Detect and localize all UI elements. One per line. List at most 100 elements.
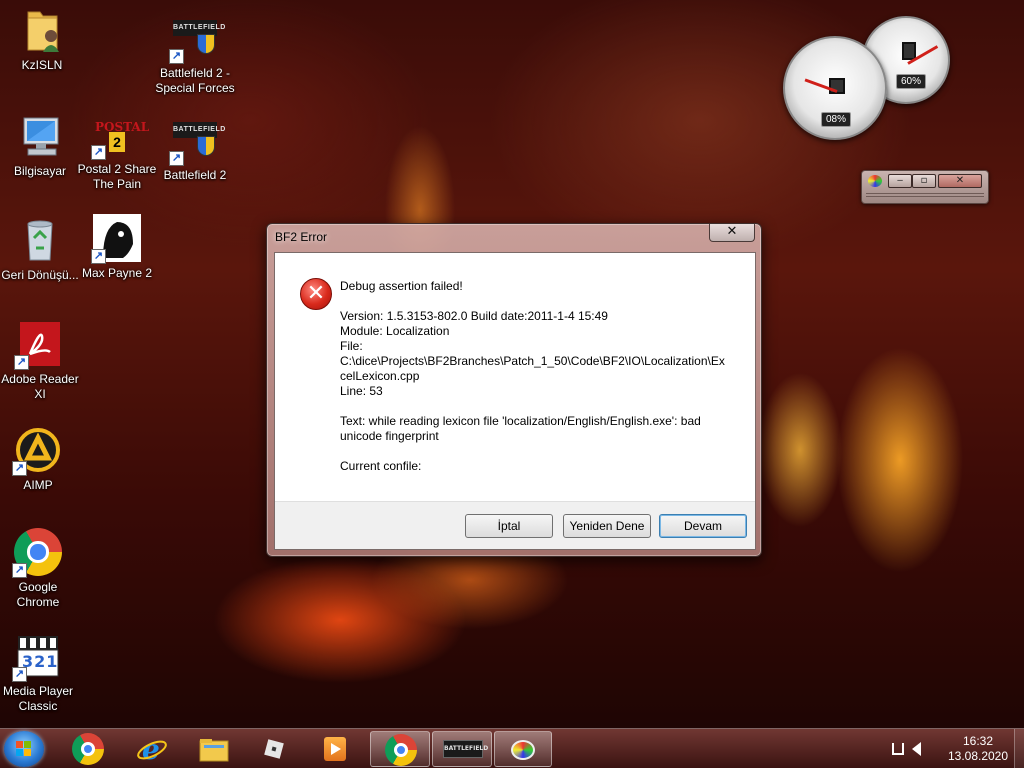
adobe-reader-icon: ↗ bbox=[14, 320, 64, 370]
module-line: Module: Localization bbox=[340, 324, 450, 338]
shortcut-arrow-icon: ↗ bbox=[169, 49, 184, 64]
taskbar-chrome[interactable] bbox=[60, 731, 116, 767]
taskbar-roblox[interactable] bbox=[246, 731, 302, 767]
version-line: Version: 1.5.3153-802.0 Build date:2011-… bbox=[340, 309, 608, 323]
postal-number: 2 bbox=[109, 132, 125, 152]
battlefield-logo-text: BATTLEFIELD bbox=[444, 745, 489, 752]
roblox-icon bbox=[258, 733, 290, 765]
folder-icon bbox=[18, 6, 66, 54]
cpu-readout: 08% bbox=[821, 112, 852, 127]
system-tray: 16:32 13.08.2020 bbox=[874, 729, 1024, 768]
show-desktop-button[interactable] bbox=[1014, 729, 1024, 768]
desktop-icon-label: Adobe Reader XI bbox=[1, 372, 79, 401]
clock-time: 16:32 bbox=[962, 734, 994, 748]
start-button[interactable] bbox=[4, 731, 44, 767]
clock-date: 13.08.2020 bbox=[947, 749, 1009, 763]
dialog-content: ✕ Debug assertion failed! Version: 1.5.3… bbox=[274, 252, 756, 550]
taskbar-file-explorer[interactable] bbox=[186, 731, 242, 767]
desktop-icon-label: Google Chrome bbox=[16, 580, 60, 609]
chrome-icon bbox=[72, 733, 104, 765]
minimize-button[interactable]: ‒ bbox=[888, 174, 912, 188]
current-confile: Current confile: bbox=[340, 459, 422, 473]
desktop-icon-label: AIMP bbox=[23, 478, 53, 492]
taskbar-battlefield-window[interactable]: BATTLEFIELD bbox=[432, 731, 492, 767]
postal-icon: POSTAL 2 ↗ bbox=[91, 110, 149, 160]
error-icon: ✕ bbox=[300, 278, 332, 310]
max-payne-icon: ↗ bbox=[91, 214, 141, 264]
shortcut-arrow-icon: ↗ bbox=[12, 461, 27, 476]
button-bar: İptal Yeniden Dene Devam bbox=[275, 501, 755, 549]
error-dialog: BF2 Error ✕ ✕ Debug assertion failed! Ve… bbox=[266, 223, 762, 557]
chrome-icon: ↗ bbox=[12, 528, 62, 578]
desktop-icon-kzisln[interactable]: KzISLN bbox=[0, 6, 84, 73]
paint-icon bbox=[507, 734, 539, 766]
taskbar-media-player[interactable] bbox=[306, 731, 362, 767]
cpu-meter-gadget[interactable]: 08% bbox=[783, 36, 887, 140]
desktop-icon-adobe-reader[interactable]: ↗ Adobe Reader XI bbox=[0, 320, 82, 402]
cancel-button[interactable]: İptal bbox=[465, 514, 553, 538]
internet-explorer-icon: e bbox=[136, 733, 168, 766]
file-path-cont: celLexicon.cpp bbox=[340, 369, 420, 383]
aimp-icon: ↗ bbox=[12, 426, 62, 476]
dialog-title: BF2 Error bbox=[275, 230, 328, 244]
text-line-1: Text: while reading lexicon file 'locali… bbox=[340, 414, 701, 428]
uac-shield-icon bbox=[197, 34, 215, 54]
desktop-icon-label: Bilgisayar bbox=[13, 164, 67, 178]
continue-button[interactable]: Devam bbox=[659, 514, 747, 538]
widget-divider bbox=[866, 193, 984, 197]
network-icon[interactable] bbox=[892, 743, 904, 755]
media-player-icon: 321 ↗ bbox=[12, 632, 62, 682]
desktop-icon-label: Battlefield 2 - Special Forces bbox=[155, 66, 235, 95]
file-explorer-icon bbox=[198, 733, 230, 765]
desktop-icon-bilgisayar[interactable]: Bilgisayar bbox=[0, 112, 82, 179]
desktop-icon-recycle-bin[interactable]: Geri Dönüşü... bbox=[0, 216, 82, 283]
desktop-icon-label: Geri Dönüşü... bbox=[1, 268, 79, 282]
desktop-icon-max-payne-2[interactable]: ↗ Max Payne 2 bbox=[75, 214, 159, 281]
desktop-icon-media-player-classic[interactable]: 321 ↗ Media Player Classic bbox=[0, 632, 80, 714]
file-label: File: bbox=[340, 339, 363, 353]
svg-text:e: e bbox=[142, 733, 160, 765]
shortcut-arrow-icon: ↗ bbox=[91, 249, 106, 264]
paint-icon bbox=[868, 175, 882, 187]
desktop-icon-label: Media Player Classic bbox=[2, 684, 74, 713]
battlefield-icon: BATTLEFIELD ↗ bbox=[169, 14, 225, 64]
processor-icon bbox=[829, 78, 845, 94]
error-heading: Debug assertion failed! bbox=[340, 279, 463, 293]
shortcut-arrow-icon: ↗ bbox=[14, 355, 29, 370]
battlefield-icon: BATTLEFIELD ↗ bbox=[169, 116, 225, 166]
error-message: Debug assertion failed! Version: 1.5.315… bbox=[340, 279, 730, 474]
computer-icon bbox=[16, 112, 64, 160]
retry-button[interactable]: Yeniden Dene bbox=[563, 514, 651, 538]
recycle-bin-icon bbox=[16, 216, 64, 264]
desktop-icon-postal-2[interactable]: POSTAL 2 ↗ Postal 2 Share The Pain bbox=[75, 110, 159, 192]
desktop-icon-label: Max Payne 2 bbox=[81, 266, 153, 280]
paint-gadget-window[interactable]: ‒ ▫ ✕ bbox=[861, 170, 989, 204]
shortcut-arrow-icon: ↗ bbox=[169, 151, 184, 166]
desktop-icon-google-chrome[interactable]: ↗ Google Chrome bbox=[0, 528, 80, 610]
close-button[interactable]: ✕ bbox=[709, 224, 755, 242]
chrome-icon bbox=[385, 734, 417, 766]
desktop-icon-battlefield-2-special-forces[interactable]: BATTLEFIELD ↗ Battlefield 2 - Special Fo… bbox=[153, 14, 237, 96]
desktop-icon-battlefield-2[interactable]: BATTLEFIELD ↗ Battlefield 2 bbox=[153, 116, 237, 183]
desktop-icon-label: Battlefield 2 bbox=[163, 168, 227, 182]
text-line-2: unicode fingerprint bbox=[340, 429, 439, 443]
desktop-icon-aimp[interactable]: ↗ AIMP bbox=[0, 426, 80, 493]
shortcut-arrow-icon: ↗ bbox=[91, 145, 106, 160]
taskbar-internet-explorer[interactable]: e bbox=[124, 731, 180, 767]
taskbar-chrome-window[interactable] bbox=[370, 731, 430, 767]
clock[interactable]: 16:32 13.08.2020 bbox=[946, 734, 1010, 764]
shortcut-arrow-icon: ↗ bbox=[12, 667, 27, 682]
line-number: Line: 53 bbox=[340, 384, 383, 398]
close-button[interactable]: ✕ bbox=[938, 174, 982, 188]
file-path: C:\dice\Projects\BF2Branches\Patch_1_50\… bbox=[340, 354, 725, 368]
battlefield-icon: BATTLEFIELD bbox=[443, 740, 489, 758]
maximize-button[interactable]: ▫ bbox=[912, 174, 936, 188]
windows-logo-icon bbox=[16, 741, 32, 757]
media-player-icon bbox=[318, 733, 350, 765]
ram-readout: 60% bbox=[896, 74, 927, 89]
uac-shield-icon bbox=[197, 136, 215, 156]
volume-icon[interactable] bbox=[912, 742, 921, 756]
mpc-digits: 321 bbox=[22, 652, 59, 671]
taskbar-paint-window[interactable] bbox=[494, 731, 552, 767]
desktop-icon-label: KzISLN bbox=[21, 58, 63, 72]
